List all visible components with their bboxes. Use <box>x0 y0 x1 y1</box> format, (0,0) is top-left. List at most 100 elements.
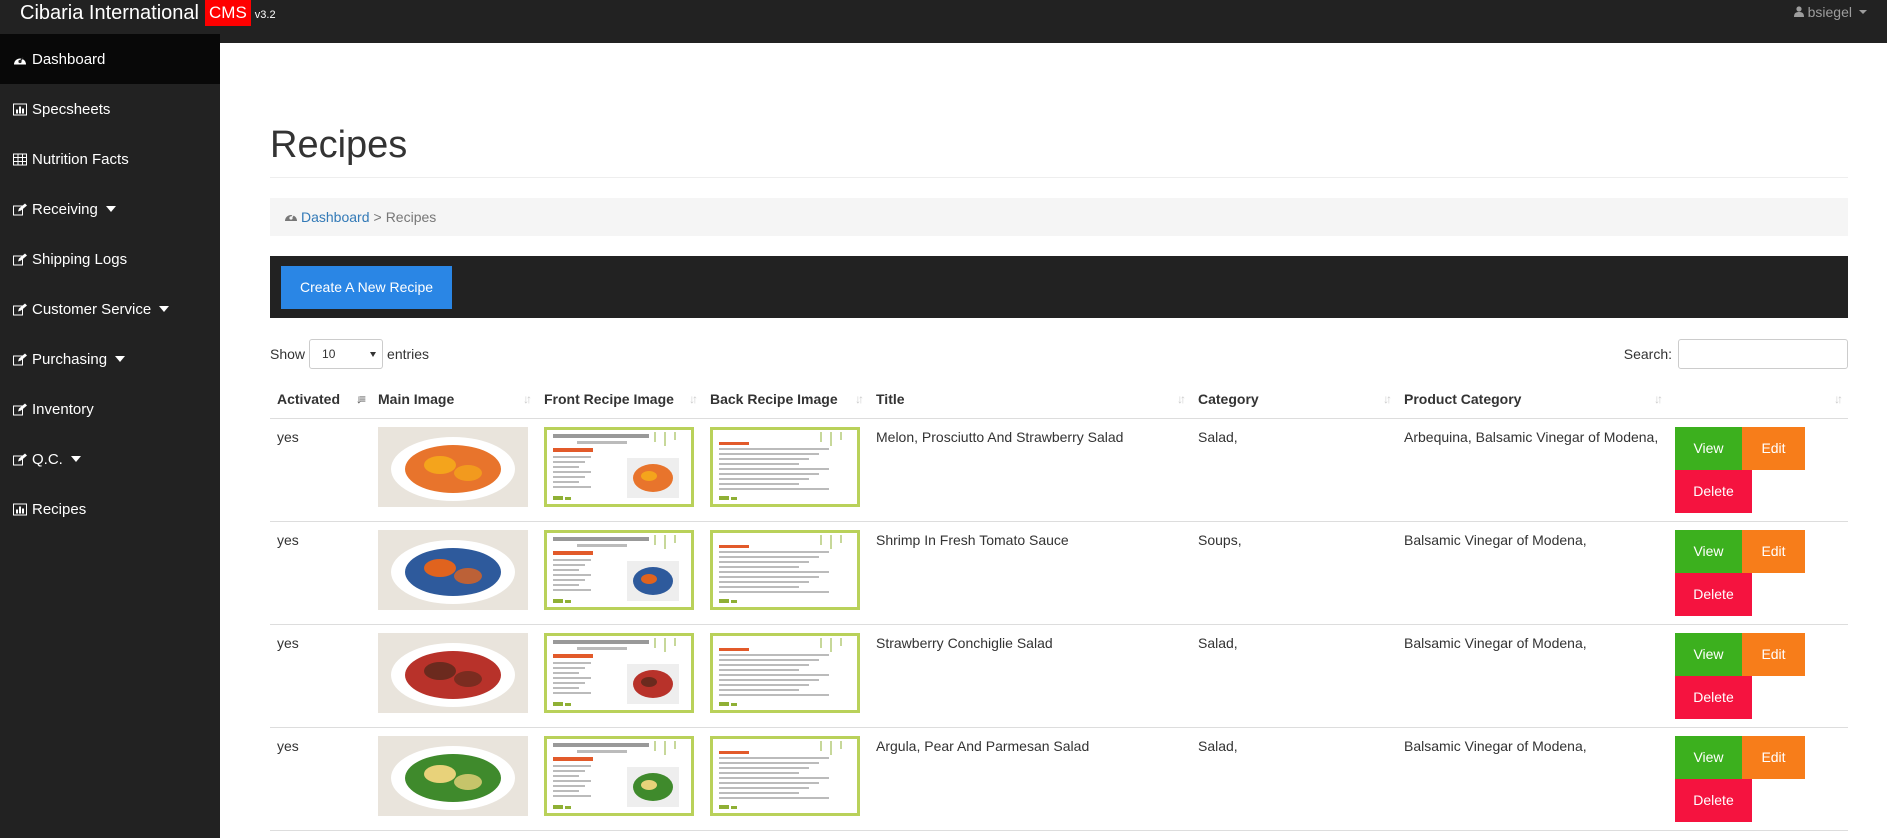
table-row: yes Shrimp In Fresh Tomato Sauce Soups, Bal… <box>270 521 1848 625</box>
view-button[interactable]: View <box>1675 529 1742 573</box>
front-recipe-image <box>544 735 696 816</box>
cell-main-image[interactable] <box>371 727 537 831</box>
cell-front-recipe-image[interactable] <box>537 521 703 625</box>
cell-category: Salad, <box>1191 418 1397 522</box>
back-recipe-image <box>710 632 862 713</box>
entries-label: entries <box>387 346 430 362</box>
main-image-thumbnail <box>378 632 528 713</box>
sidebar-item-inventory[interactable]: Inventory <box>0 384 220 434</box>
view-button[interactable]: View <box>1675 735 1742 779</box>
column-header-main-image[interactable]: Main Image ↓↑ <box>371 381 537 419</box>
edit-icon <box>12 402 28 416</box>
brand-cms-badge: CMS <box>205 0 251 26</box>
delete-button[interactable]: Delete <box>1675 675 1752 719</box>
search-control: Search: <box>1624 339 1848 369</box>
user-menu[interactable]: bsiegel <box>1793 4 1867 20</box>
user-icon <box>1793 4 1804 20</box>
brand[interactable]: Cibaria International CMS v3.2 <box>20 0 276 26</box>
sidebar-item-specsheets[interactable]: Specsheets <box>0 84 220 134</box>
table-header-row: Activated ↓≡ Main Image ↓↑ Front Recipe Im… <box>270 381 1848 419</box>
cell-title: Strawberry Conchiglie Salad <box>869 624 1191 728</box>
cell-back-recipe-image[interactable] <box>703 727 869 831</box>
cell-actions: View Edit Delete <box>1668 521 1848 625</box>
cell-main-image[interactable] <box>371 624 537 728</box>
sidebar-item-label: Purchasing <box>32 350 108 368</box>
sidebar-item-receiving[interactable]: Receiving <box>0 184 220 234</box>
front-recipe-image <box>544 529 696 610</box>
sort-icon: ↓↑ <box>855 392 864 406</box>
edit-icon <box>12 452 28 466</box>
column-header-back-recipe-image[interactable]: Back Recipe Image ↓↑ <box>703 381 869 419</box>
breadcrumb-current: Recipes <box>385 209 437 225</box>
sidebar-item-purchasing[interactable]: Purchasing <box>0 334 220 384</box>
back-recipe-image <box>710 529 862 610</box>
cell-main-image[interactable] <box>371 521 537 625</box>
main-image-thumbnail <box>378 529 528 610</box>
sidebar-item-recipes[interactable]: Recipes <box>0 484 220 534</box>
table-row: yes Argula, Pear And Parmesan Salad Salad,… <box>270 727 1848 831</box>
column-header-category[interactable]: Category ↓↑ <box>1191 381 1397 419</box>
action-bar: Create A New Recipe <box>270 256 1848 318</box>
front-recipe-image <box>544 632 696 713</box>
top-navbar: Cibaria International CMS v3.2 bsiegel <box>0 0 1887 43</box>
edit-button[interactable]: Edit <box>1742 426 1805 470</box>
table-row: yes Strawberry Conchiglie Salad Salad, Bals… <box>270 624 1848 728</box>
sort-icon: ↓↑ <box>1654 392 1663 406</box>
sidebar-item-label: Recipes <box>32 500 87 518</box>
sidebar-item-shipping-logs[interactable]: Shipping Logs <box>0 234 220 284</box>
column-header-activated[interactable]: Activated ↓≡ <box>270 381 371 419</box>
cell-actions: View Edit Delete <box>1668 727 1848 831</box>
view-button[interactable]: View <box>1675 632 1742 676</box>
sidebar-item-label: Receiving <box>32 200 98 218</box>
chevron-down-icon <box>115 356 126 362</box>
cell-main-image[interactable] <box>371 418 537 522</box>
cell-category: Salad, <box>1191 727 1397 831</box>
view-button[interactable]: View <box>1675 426 1742 470</box>
cell-front-recipe-image[interactable] <box>537 418 703 522</box>
sidebar-item-label: Shipping Logs <box>32 250 128 268</box>
edit-icon <box>12 352 28 366</box>
chevron-down-icon <box>1859 10 1867 14</box>
column-header-front-recipe-image[interactable]: Front Recipe Image ↓↑ <box>537 381 703 419</box>
cell-back-recipe-image[interactable] <box>703 418 869 522</box>
entries-length-control: Show 10 entries <box>270 339 429 369</box>
sidebar-item-customer-service[interactable]: Customer Service <box>0 284 220 334</box>
column-header-product-category[interactable]: Product Category ↓↑ <box>1397 381 1668 419</box>
sidebar-item-dashboard[interactable]: Dashboard <box>0 34 220 84</box>
sidebar-item-label: Q.C. <box>32 450 63 468</box>
column-header-actions[interactable]: ↓↑ <box>1668 381 1848 419</box>
cell-product-category: Arbequina, Balsamic Vinegar of Modena, <box>1397 418 1668 522</box>
cell-category: Salad, <box>1191 624 1397 728</box>
breadcrumb-dashboard-link[interactable]: Dashboard <box>301 209 370 225</box>
entries-select[interactable]: 10 <box>309 339 384 369</box>
cell-back-recipe-image[interactable] <box>703 521 869 625</box>
cell-actions: View Edit Delete <box>1668 624 1848 728</box>
show-label: Show <box>270 346 306 362</box>
delete-button[interactable]: Delete <box>1675 778 1752 822</box>
table-row: yes Melon, Prosciutto And Strawberry Sala… <box>270 418 1848 522</box>
front-recipe-image <box>544 426 696 507</box>
sidebar-item-label: Dashboard <box>32 50 106 68</box>
delete-button[interactable]: Delete <box>1675 572 1752 616</box>
create-recipe-button[interactable]: Create A New Recipe <box>281 265 453 309</box>
cell-back-recipe-image[interactable] <box>703 624 869 728</box>
cell-activated: yes <box>270 624 371 728</box>
sidebar-item-q-c[interactable]: Q.C. <box>0 434 220 484</box>
cell-title: Melon, Prosciutto And Strawberry Salad <box>869 418 1191 522</box>
edit-button[interactable]: Edit <box>1742 735 1805 779</box>
dashboard-icon <box>284 209 298 225</box>
cell-category: Soups, <box>1191 521 1397 625</box>
cell-front-recipe-image[interactable] <box>537 624 703 728</box>
column-header-title[interactable]: Title ↓↑ <box>869 381 1191 419</box>
cell-front-recipe-image[interactable] <box>537 727 703 831</box>
chevron-down-icon <box>105 206 116 212</box>
search-input[interactable] <box>1678 339 1848 369</box>
edit-button[interactable]: Edit <box>1742 529 1805 573</box>
sidebar-item-nutrition-facts[interactable]: Nutrition Facts <box>0 134 220 184</box>
back-recipe-image <box>710 426 862 507</box>
cell-activated: yes <box>270 727 371 831</box>
cell-activated: yes <box>270 418 371 522</box>
edit-icon <box>12 302 28 316</box>
delete-button[interactable]: Delete <box>1675 469 1752 513</box>
edit-button[interactable]: Edit <box>1742 632 1805 676</box>
